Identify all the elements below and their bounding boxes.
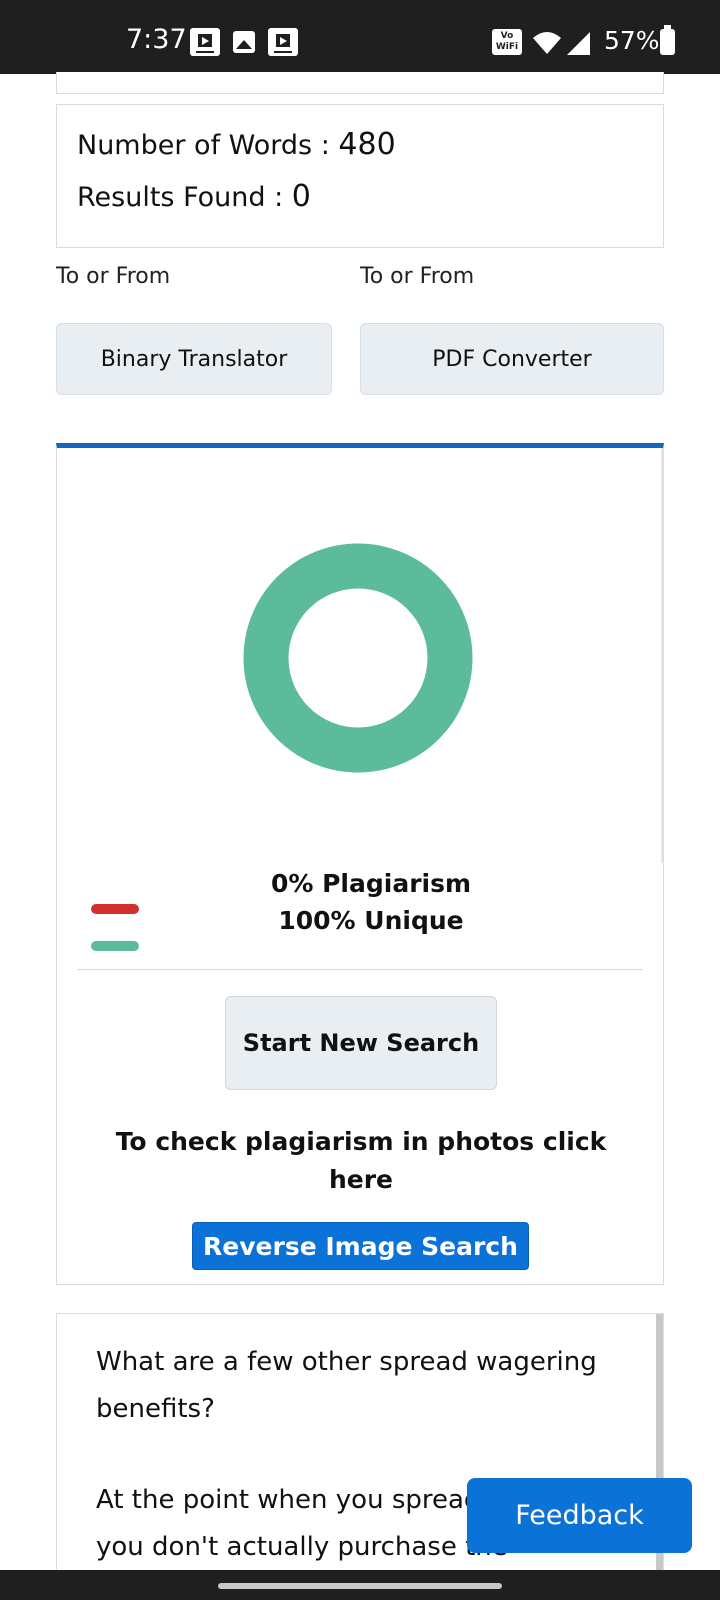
plagiarism-legend-label: 0% Plagiarism [270,869,472,898]
result-card-edge [661,448,663,863]
battery-percent: 57% [604,26,660,55]
article-heading-paragraph: What are a few other spread wagering ben… [96,1347,597,1424]
photo-plagiarism-prompt: To check plagiarism in photos click here [115,1127,607,1194]
results-found-label: Results Found : [77,182,292,213]
unique-legend-label: 100% Unique [278,906,464,935]
result-donut-chart [243,543,473,773]
wifi-icon [533,32,561,54]
video-notification-icon [268,28,298,56]
binary-translator-button[interactable]: Binary Translator [56,323,332,395]
word-count-value: 480 [338,127,396,162]
word-count-label: Number of Words : [77,130,339,161]
vowifi-icon: Vo WiFi [492,29,522,55]
gallery-notification-icon [233,31,255,53]
status-bar: 7:37 Vo WiFi 57% [0,0,720,74]
status-time: 7:37 [126,24,187,55]
reverse-image-search-button[interactable]: Reverse Image Search [192,1222,529,1270]
start-new-search-button[interactable]: Start New Search [225,996,497,1090]
battery-icon [660,25,675,55]
legend-divider [77,969,643,970]
home-gesture-handle[interactable] [218,1583,502,1589]
feedback-button[interactable]: Feedback [467,1478,692,1553]
word-count: Number of Words : 480 [77,127,396,162]
results-found-value: 0 [291,179,311,214]
result-card: 0% Plagiarism 100% Unique Start New Sear… [56,443,664,1285]
donut-unique-segment [243,543,473,773]
stats-card: Number of Words : 480 Results Found : 0 [56,104,664,248]
results-found: Results Found : 0 [77,179,311,214]
previous-card-bottom [56,72,664,94]
youtube-notification-icon [190,28,220,56]
navigation-bar [0,1570,720,1600]
pdf-converter-caption: To or From [360,264,475,289]
binary-translator-caption: To or From [56,264,171,289]
signal-icon [567,32,590,55]
pdf-converter-button[interactable]: PDF Converter [360,323,664,395]
unique-legend-swatch [91,941,139,951]
